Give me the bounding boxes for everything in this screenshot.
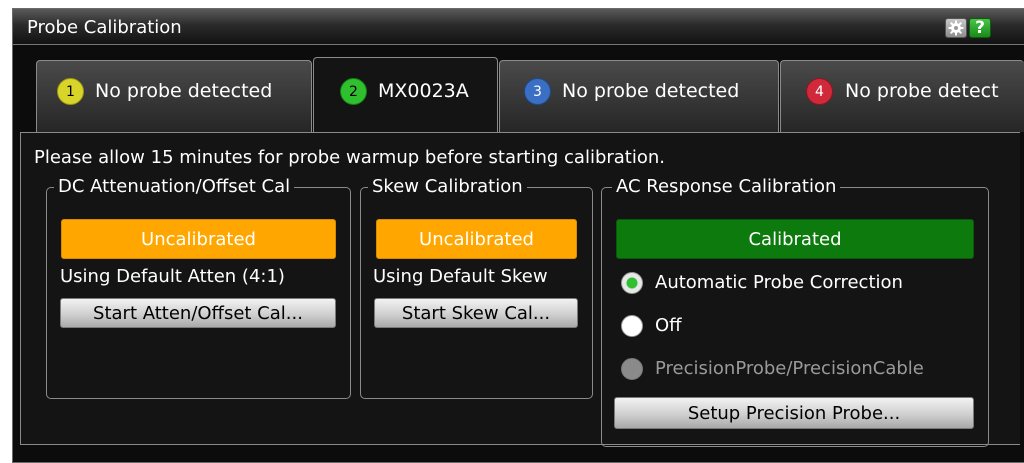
ac-status-badge: Calibrated bbox=[616, 219, 974, 259]
skew-calibration-title: Skew Calibration bbox=[368, 176, 527, 197]
tab-label: No probe detected bbox=[562, 80, 740, 102]
automatic-probe-correction-radio[interactable] bbox=[621, 272, 643, 294]
off-label: Off bbox=[655, 315, 682, 336]
tab-label: MX0023A bbox=[378, 80, 469, 102]
start-atten-offset-cal-button[interactable]: Start Atten/Offset Cal... bbox=[60, 298, 336, 328]
channel-4-badge: 4 bbox=[806, 78, 833, 105]
off-radio[interactable] bbox=[621, 315, 643, 337]
help-button[interactable]: ? bbox=[969, 18, 991, 38]
warmup-notice: Please allow 15 minutes for probe warmup… bbox=[34, 147, 666, 168]
automatic-probe-correction-label: Automatic Probe Correction bbox=[655, 272, 903, 293]
precisionprobe-label: PrecisionProbe/PrecisionCable bbox=[655, 358, 924, 379]
tab-probe-3[interactable]: 3 No probe detected bbox=[499, 60, 779, 132]
gear-icon[interactable] bbox=[945, 18, 967, 38]
dc-attenuation-title: DC Attenuation/Offset Cal bbox=[54, 176, 295, 197]
channel-3-badge: 3 bbox=[524, 78, 551, 105]
title-bar[interactable]: Probe Calibration ? bbox=[13, 9, 1024, 45]
tab-label: No probe detect bbox=[845, 80, 999, 102]
help-icon: ? bbox=[975, 18, 985, 38]
tab-probe-4[interactable]: 4 No probe detect bbox=[780, 60, 1024, 132]
tab-probe-2[interactable]: 2 MX0023A bbox=[313, 57, 498, 133]
ac-response-title: AC Response Calibration bbox=[612, 176, 841, 197]
window-title: Probe Calibration bbox=[27, 17, 182, 38]
skew-info-text: Using Default Skew bbox=[373, 266, 548, 287]
tab-label: No probe detected bbox=[95, 80, 273, 102]
precisionprobe-radio bbox=[621, 358, 643, 380]
channel-2-badge: 2 bbox=[340, 78, 367, 105]
skew-status-badge: Uncalibrated bbox=[376, 219, 577, 259]
setup-precision-probe-button[interactable]: Setup Precision Probe... bbox=[614, 397, 974, 429]
start-skew-cal-button[interactable]: Start Skew Cal... bbox=[374, 298, 578, 328]
tab-probe-1[interactable]: 1 No probe detected bbox=[36, 60, 312, 132]
dc-status-badge: Uncalibrated bbox=[61, 219, 336, 259]
channel-1-badge: 1 bbox=[57, 78, 84, 105]
dc-info-text: Using Default Atten (4:1) bbox=[60, 266, 285, 287]
